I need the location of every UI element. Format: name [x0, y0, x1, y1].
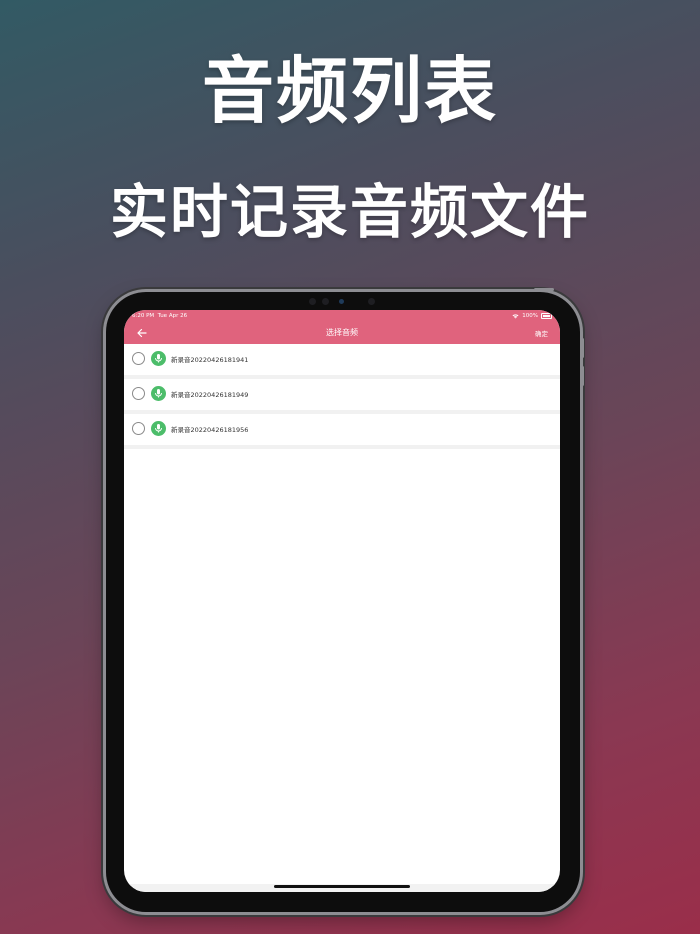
list-item[interactable]: 新录音20220426181949	[124, 379, 560, 414]
audio-file-name: 新录音20220426181941	[171, 356, 249, 364]
wifi-icon	[512, 313, 519, 318]
battery-icon	[541, 313, 552, 319]
audio-list: 新录音20220426181941 新录音20220426181949 新录音2…	[124, 344, 560, 449]
status-bar: 6:20 PM Tue Apr 26 100%	[124, 310, 560, 322]
camera-lens	[339, 299, 344, 304]
promo-subheadline: 实时记录音频文件	[109, 178, 590, 246]
radio-button[interactable]	[132, 387, 145, 400]
promo-headline: 音频列表	[201, 49, 498, 133]
nav-bar: 选择音频 确定	[124, 322, 560, 344]
status-right: 100%	[512, 313, 552, 319]
volume-up-button	[581, 338, 584, 358]
status-time-date: 6:20 PM Tue Apr 26	[132, 313, 187, 319]
volume-down-button	[581, 366, 584, 386]
status-date: Tue Apr 26	[157, 313, 188, 319]
nav-title: 选择音频	[326, 328, 358, 337]
camera-dot	[309, 298, 316, 305]
top-button	[534, 288, 554, 291]
microphone-icon	[151, 351, 166, 366]
confirm-button[interactable]: 确定	[535, 328, 548, 338]
audio-file-name: 新录音20220426181949	[171, 391, 249, 399]
list-item[interactable]: 新录音20220426181941	[124, 344, 560, 379]
app-screen: 6:20 PM Tue Apr 26 100% 选择音频 确定 新录音20220…	[124, 310, 560, 892]
microphone-icon	[151, 421, 166, 436]
home-indicator[interactable]	[274, 885, 410, 888]
camera-dot	[322, 298, 329, 305]
audio-file-name: 新录音20220426181956	[171, 426, 249, 434]
tablet-frame: 6:20 PM Tue Apr 26 100% 选择音频 确定 新录音20220…	[106, 288, 584, 912]
camera-dot	[368, 298, 375, 305]
radio-button[interactable]	[132, 352, 145, 365]
radio-button[interactable]	[132, 422, 145, 435]
list-item[interactable]: 新录音20220426181956	[124, 414, 560, 449]
microphone-icon	[151, 386, 166, 401]
status-time: 6:20 PM	[132, 313, 155, 319]
battery-percent: 100%	[522, 313, 538, 319]
